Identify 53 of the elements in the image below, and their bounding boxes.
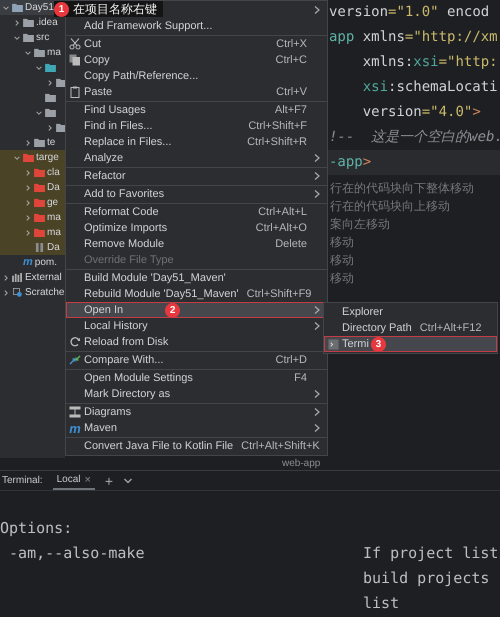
- shortcut-label: Ctrl+X: [275, 38, 307, 50]
- code-line: !-- 这是一个空白的web.: [328, 128, 500, 147]
- tree-item-label: ma: [47, 227, 61, 238]
- faded-hint-text: 行在的代码块向下整体移动: [330, 180, 475, 197]
- tree-item-label: te: [47, 137, 56, 148]
- tree-item-label: Da: [47, 182, 60, 193]
- tree-item-label: Day51: [25, 2, 54, 13]
- step-badge: 2: [165, 302, 180, 318]
- terminal-output: -am,--also-make: [8, 543, 146, 564]
- terminal-output: list: [363, 593, 400, 614]
- shortcut-label: Ctrl+Shift+R: [246, 136, 307, 148]
- shortcut-label: Ctrl+Alt+L: [257, 206, 307, 218]
- terminal-output: Options:: [0, 518, 74, 539]
- tree-item-label: src: [36, 32, 50, 43]
- faded-hint-text: 移动: [330, 270, 355, 287]
- shortcut-label: Ctrl+V: [275, 86, 307, 98]
- shortcut-label: Ctrl+Alt+Shift+K: [240, 440, 320, 452]
- step-badge: 3: [370, 336, 386, 352]
- shortcut-label: Delete: [274, 238, 307, 250]
- shortcut-label: Ctrl+Shift+F: [247, 120, 307, 132]
- code-line: version="4.0">: [362, 103, 482, 122]
- terminal-output: If project list: [363, 543, 500, 564]
- maven-icon: m: [23, 257, 33, 268]
- code-line: xmlns:xsi="http:: [362, 53, 499, 72]
- maven-icon: m: [69, 422, 81, 434]
- terminal-title: Terminal:: [2, 475, 43, 486]
- tree-item-label: targe: [36, 152, 59, 163]
- code-line: app xmlns="http://xm: [328, 28, 499, 47]
- tree-item-label: ge: [47, 197, 58, 208]
- shortcut-label: Ctrl+C: [274, 54, 307, 66]
- shortcut-label: Ctrl+Shift+F9: [246, 288, 312, 300]
- tree-item-label: External: [25, 272, 62, 283]
- shortcut-label: Ctrl+Alt+F12: [418, 322, 482, 334]
- faded-hint-text: 移动: [330, 252, 355, 269]
- tree-item-label: pom.: [34, 257, 58, 268]
- tree-item-label: Scratche: [25, 287, 64, 298]
- tree-item-label: ma: [47, 47, 61, 58]
- shortcut-label: Alt+F7: [274, 104, 307, 116]
- shortcut-label: F4: [293, 372, 307, 384]
- code-line: xsi:schemaLocati: [362, 78, 499, 97]
- tree-item-label: .idea: [36, 17, 58, 28]
- tree-item-label: cla: [47, 167, 60, 178]
- tree-item-label: Da: [47, 242, 60, 253]
- faded-hint-text: 行在的代码块向上移动: [330, 198, 451, 215]
- faded-hint-text: 案向左移动: [330, 216, 391, 233]
- shortcut-label: Ctrl+D: [274, 354, 307, 366]
- step-badge: 1: [54, 2, 69, 16]
- terminal-output: build projects: [363, 568, 490, 589]
- callout-label: 在项目名称右键: [73, 1, 157, 17]
- shortcut-label: Ctrl+Alt+O: [254, 222, 307, 234]
- faded-hint-text: 移动: [330, 234, 355, 251]
- tree-item-label: ma: [47, 212, 61, 223]
- code-line: version="1.0" encod: [328, 3, 490, 22]
